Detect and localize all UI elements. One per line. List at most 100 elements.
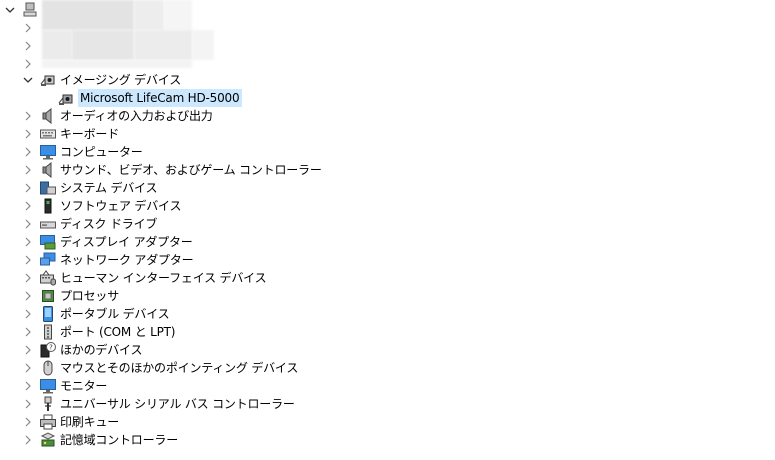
speaker-icon	[40, 162, 56, 178]
tree-category-2[interactable]: オーディオの入力および出力	[22, 107, 213, 125]
tree-category-7[interactable]: ソフトウェア デバイス	[22, 197, 181, 215]
tree-category-18[interactable]: ユニバーサル シリアル バス コントローラー	[22, 395, 295, 413]
tree-category-11[interactable]: ヒューマン インターフェイス デバイス	[22, 269, 267, 287]
tree-category-10[interactable]: ネットワーク アダプター	[22, 251, 194, 269]
tree-category-9[interactable]: ディスプレイ アダプター	[22, 233, 193, 251]
tree-category-label: ほかのデバイス	[60, 343, 143, 357]
tree-item-redacted-2[interactable]	[22, 37, 40, 55]
tree-category-14[interactable]: ポート (COM と LPT)	[22, 323, 175, 341]
redacted-block	[42, 60, 192, 68]
tree-category-4[interactable]: コンピューター	[22, 143, 143, 161]
portable-device-icon	[40, 306, 56, 322]
redacted-block	[134, 30, 192, 60]
chevron-down-icon[interactable]	[22, 71, 34, 89]
network-adapter-icon	[40, 252, 56, 268]
usb-icon	[40, 396, 56, 412]
keyboard-icon	[40, 126, 56, 142]
chevron-right-icon[interactable]	[22, 323, 34, 341]
system-devices-icon	[40, 180, 56, 196]
tree-category-16[interactable]: マウスとそのほかのポインティング デバイス	[22, 359, 298, 377]
tree-category-label: ディスプレイ アダプター	[60, 235, 193, 249]
webcam-icon	[58, 90, 74, 106]
chevron-right-icon[interactable]	[22, 377, 34, 395]
tree-category-5[interactable]: サウンド、ビデオ、およびゲーム コントローラー	[22, 161, 322, 179]
chevron-right-icon[interactable]	[22, 179, 34, 197]
tree-category-label: ネットワーク アダプター	[60, 253, 194, 267]
chevron-right-icon[interactable]	[22, 287, 34, 305]
processor-icon	[40, 288, 56, 304]
tree-category-12[interactable]: プロセッサ	[22, 287, 119, 305]
chevron-down-icon[interactable]	[4, 1, 16, 19]
chevron-right-icon[interactable]	[22, 161, 34, 179]
monitor-icon	[40, 378, 56, 394]
chevron-right-icon[interactable]	[22, 359, 34, 377]
software-device-icon	[40, 198, 56, 214]
hid-icon	[40, 270, 56, 286]
chevron-right-icon[interactable]	[22, 215, 34, 233]
tree-category-20[interactable]: 記憶域コントローラー	[22, 431, 178, 449]
tree-root[interactable]	[4, 1, 42, 19]
tree-category-15[interactable]: ? ほかのデバイス	[22, 341, 142, 359]
storage-controller-icon	[40, 432, 56, 448]
chevron-right-icon[interactable]	[22, 431, 34, 449]
tree-item-lifecam[interactable]: Microsoft LifeCam HD-5000	[58, 89, 243, 107]
tree-category-label: キーボード	[60, 127, 120, 141]
tree-category-label: 記憶域コントローラー	[60, 433, 179, 447]
device-tree: イメージング デバイスオーディオの入力および出力 キーボードコンピューターサウンド…	[0, 0, 775, 460]
redacted-block	[42, 0, 134, 30]
tree-category-label: マウスとそのほかのポインティング デバイス	[60, 361, 299, 375]
redacted-block	[72, 30, 134, 60]
chevron-right-icon[interactable]	[22, 125, 34, 143]
display-adapter-icon	[40, 234, 56, 250]
tree-item-label: Microsoft LifeCam HD-5000	[78, 89, 243, 107]
unknown-device-icon: ?	[40, 342, 56, 358]
redacted-block	[42, 30, 72, 60]
chevron-right-icon[interactable]	[22, 233, 34, 251]
speaker-icon	[40, 108, 56, 124]
tree-category-label: サウンド、ビデオ、およびゲーム コントローラー	[60, 163, 322, 177]
tree-category-label: ソフトウェア デバイス	[60, 199, 182, 213]
chevron-right-icon[interactable]	[22, 251, 34, 269]
chevron-right-icon[interactable]	[22, 19, 34, 37]
tree-category-13[interactable]: ポータブル デバイス	[22, 305, 170, 323]
svg-text:?: ?	[49, 344, 53, 352]
computer-root-icon	[22, 2, 38, 18]
tree-category-3[interactable]: キーボード	[22, 125, 119, 143]
tree-category-label: 印刷キュー	[60, 415, 120, 429]
tree-category-label: ディスク ドライブ	[60, 217, 158, 231]
chevron-right-icon[interactable]	[22, 395, 34, 413]
tree-category-8[interactable]: ディスク ドライブ	[22, 215, 157, 233]
tree-category-label: オーディオの入力および出力	[60, 109, 213, 123]
tree-category-label: ユニバーサル シリアル バス コントローラー	[60, 397, 295, 411]
tree-category-1[interactable]: イメージング デバイス	[22, 71, 181, 89]
chevron-right-icon[interactable]	[22, 269, 34, 287]
tree-item-redacted-1[interactable]	[22, 19, 40, 37]
port-icon	[40, 324, 56, 340]
tree-category-label: プロセッサ	[60, 289, 120, 303]
chevron-right-icon[interactable]	[22, 107, 34, 125]
chevron-right-icon[interactable]	[22, 143, 34, 161]
chevron-right-icon[interactable]	[22, 413, 34, 431]
redacted-block	[192, 30, 214, 60]
computer-icon	[40, 144, 56, 160]
redacted-block	[134, 0, 164, 30]
tree-category-17[interactable]: モニター	[22, 377, 107, 395]
chevron-right-icon[interactable]	[22, 305, 34, 323]
mouse-icon	[40, 360, 56, 376]
chevron-right-icon[interactable]	[22, 37, 34, 55]
redacted-block	[164, 0, 192, 30]
tree-category-label: ポート (COM と LPT)	[60, 325, 176, 339]
printer-icon	[40, 414, 56, 430]
tree-category-label: コンピューター	[60, 145, 143, 159]
chevron-right-icon[interactable]	[22, 197, 34, 215]
disk-drive-icon	[40, 216, 56, 232]
tree-category-label: ポータブル デバイス	[60, 307, 170, 321]
tree-category-label: イメージング デバイス	[60, 73, 182, 87]
tree-category-6[interactable]: システム デバイス	[22, 179, 157, 197]
tree-category-label: システム デバイス	[60, 181, 158, 195]
chevron-right-icon[interactable]	[22, 341, 34, 359]
tree-category-label: モニター	[60, 379, 108, 393]
tree-category-label: ヒューマン インターフェイス デバイス	[60, 271, 267, 285]
tree-category-19[interactable]: 印刷キュー	[22, 413, 119, 431]
camera-icon	[40, 72, 56, 88]
